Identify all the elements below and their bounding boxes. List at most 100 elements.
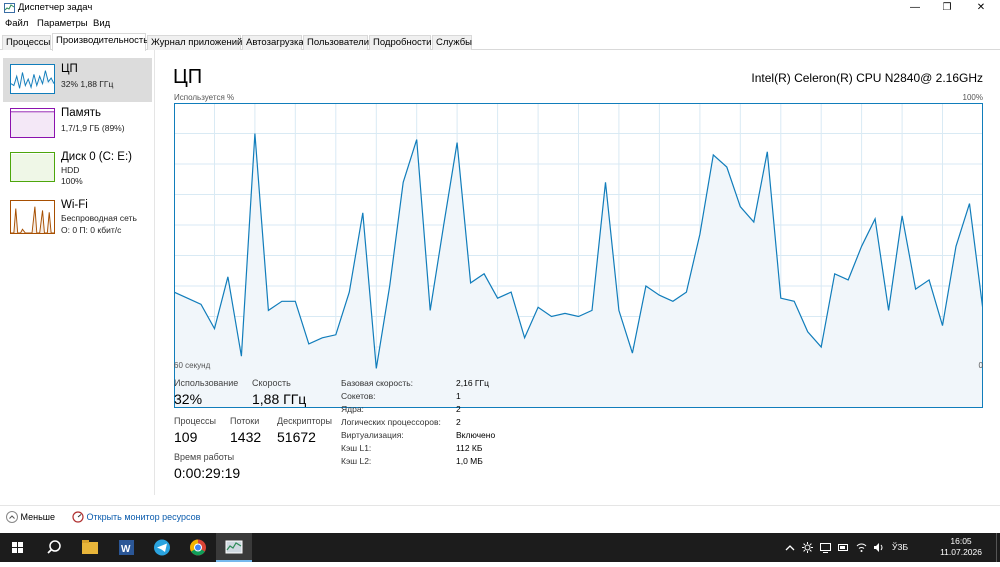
info-value: 1,0 МБ [456,456,483,466]
info-value: Включено [456,430,496,440]
disk-thumbnail-graph [10,152,55,182]
minimize-button[interactable]: — [900,0,930,16]
taskbar-file-explorer[interactable] [72,533,108,562]
info-value: 112 КБ [456,443,483,453]
taskbar-telegram[interactable] [144,533,180,562]
open-resource-monitor-link[interactable]: Открыть монитор ресурсов [72,511,200,523]
memory-thumbnail-graph [10,108,55,138]
sidebar-disk-title: Диск 0 (C: E:) [61,151,132,163]
fewer-details-toggle[interactable]: Меньше [6,511,55,523]
page-title: ЦП [173,66,203,88]
open-resource-monitor-label: Открыть монитор ресурсов [86,512,201,522]
menu-file[interactable]: Файл [5,18,28,29]
svg-text:W: W [121,544,131,555]
sidebar-disk-type: HDD [61,165,80,175]
info-label: Ядра: [341,404,364,414]
clock-date: 11.07.2026 [940,547,982,557]
threads-label: Потоки [230,416,260,426]
graph-max-label: 100% [962,93,983,102]
info-label: Сокетов: [341,391,376,401]
sidebar-item-disk[interactable]: Диск 0 (C: E:) HDD 100% [3,146,152,190]
task-manager-app-icon [4,3,15,13]
info-label: Виртуализация: [341,430,404,440]
close-button[interactable]: ✕ [966,0,996,16]
resource-monitor-icon [72,511,84,523]
handles-label: Дескрипторы [277,416,332,426]
menu-bar: Файл Параметры Вид [0,16,1000,32]
sidebar-cpu-title: ЦП [61,63,78,75]
performance-panel: ЦП Intel(R) Celeron(R) CPU N2840@ 2.16GH… [156,50,1000,495]
sidebar-wifi-throughput: О: 0 П: 0 кбит/с [61,225,122,235]
task-manager-icon [225,540,243,554]
sidebar-memory-usage: 1,7/1,9 ГБ (89%) [61,123,125,133]
telegram-icon [154,539,170,556]
volume-icon[interactable] [873,542,885,553]
usage-label: Использование [174,378,239,388]
search-icon [47,540,61,554]
graph-time-label: 60 секунд [174,361,211,370]
battery-icon[interactable] [838,542,849,553]
info-value: 2,16 ГГц [456,378,489,388]
resource-sidebar: ЦП 32% 1,88 ГГц Память 1,7/1,9 ГБ (89%) … [0,50,155,495]
chevron-up-icon [6,511,18,523]
menu-options[interactable]: Параметры [37,18,88,29]
speed-value: 1,88 ГГц [252,391,307,407]
network-icon[interactable] [856,542,867,553]
clock-time: 16:05 [950,536,972,546]
info-value: 1 [456,391,461,401]
task-manager-window: Диспетчер задач — ❐ ✕ Файл Параметры Вид… [0,0,1000,533]
tab-services[interactable]: Службы [432,35,472,50]
handles-value: 51672 [277,429,316,445]
taskbar-clock[interactable]: 16:05 11.07.2026 [940,536,982,558]
taskbar-chrome[interactable] [180,533,216,562]
usage-value: 32% [174,391,203,407]
sidebar-disk-usage: 100% [61,176,83,186]
fewer-details-label: Меньше [20,512,56,522]
tab-bar: Процессы Производительность Журнал прило… [0,33,1000,51]
maximize-button[interactable]: ❐ [932,0,962,16]
sidebar-cpu-usage: 32% 1,88 ГГц [61,79,114,89]
taskbar-task-manager[interactable] [216,533,252,562]
processes-value: 109 [174,429,198,445]
sidebar-item-memory[interactable]: Память 1,7/1,9 ГБ (89%) [3,102,152,146]
windows-taskbar: W ЎЗБ 16:05 11.07.2026 [0,533,1000,562]
sidebar-wifi-title: Wi-Fi [61,199,88,211]
sidebar-item-wifi[interactable]: Wi-Fi Беспроводная сеть О: 0 П: 0 кбит/с [3,194,152,238]
show-desktop-button[interactable] [996,533,1000,562]
cpu-usage-graph [174,103,983,408]
title-bar: Диспетчер задач — ❐ ✕ [0,0,1000,16]
sidebar-item-cpu[interactable]: ЦП 32% 1,88 ГГц [3,58,152,102]
info-label: Кэш L2: [341,456,372,466]
processes-label: Процессы [174,416,217,426]
speed-label: Скорость [252,378,291,388]
info-label: Базовая скорость: [341,378,414,388]
window-title: Диспетчер задач [18,2,93,13]
info-label: Логических процессоров: [341,417,441,427]
tab-performance[interactable]: Производительность [52,33,148,51]
info-label: Кэш L1: [341,443,372,453]
tab-users[interactable]: Пользователи [303,35,369,50]
chrome-icon [190,539,206,556]
tab-startup[interactable]: Автозагрузка [242,35,304,50]
uptime-value: 0:00:29:19 [174,465,241,481]
taskbar-word[interactable]: W [108,533,144,562]
word-icon: W [119,540,134,555]
brightness-icon[interactable] [802,542,813,553]
start-button[interactable] [0,533,36,562]
sidebar-wifi-type: Беспроводная сеть [61,213,137,223]
display-icon[interactable] [820,542,831,553]
cpu-model-name: Intel(R) Celeron(R) CPU N2840@ 2.16GHz [751,71,983,85]
input-language-indicator[interactable]: ЎЗБ [892,542,908,552]
tab-app-history[interactable]: Журнал приложений [147,35,242,50]
menu-view[interactable]: Вид [93,18,110,29]
uptime-label: Время работы [174,452,235,462]
info-value: 2 [456,417,461,427]
windows-start-icon [12,542,23,553]
tab-details[interactable]: Подробности [369,35,431,50]
sidebar-memory-title: Память [61,107,102,119]
tab-processes[interactable]: Процессы [2,35,51,50]
threads-value: 1432 [230,429,262,445]
search-button[interactable] [36,533,72,562]
show-hidden-icons-icon[interactable] [785,543,795,552]
graph-ylabel: Используется % [174,93,235,102]
